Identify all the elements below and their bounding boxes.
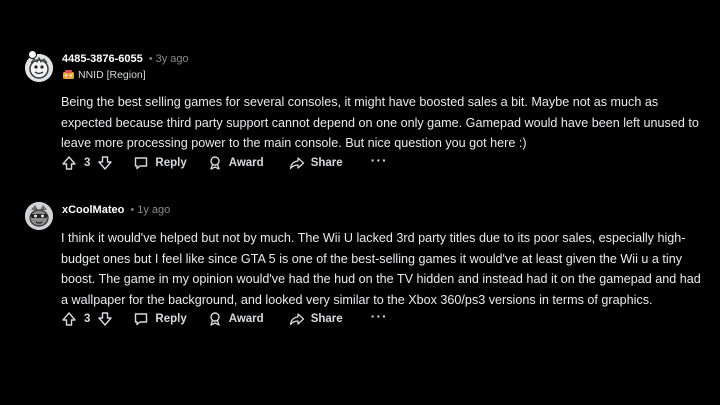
award-icon (210, 312, 220, 326)
author-name[interactable]: 4485-3876-6055 (62, 53, 143, 65)
share-arrow-icon (289, 313, 304, 326)
comment-actions: 3 Reply Award Share ··· (61, 309, 388, 328)
vote-count: 3 (84, 313, 91, 325)
more-options-button[interactable]: ··· (371, 153, 388, 171)
award-label: Award (228, 157, 264, 169)
share-label: Share (310, 313, 343, 325)
more-options-button[interactable]: ··· (371, 309, 388, 327)
upvote-button[interactable] (61, 155, 77, 171)
downvote-button[interactable] (97, 311, 113, 327)
upvote-arrow-icon (62, 312, 76, 326)
upvote-button[interactable] (61, 311, 77, 327)
online-status-dot (28, 50, 37, 59)
separator-dot: • (130, 204, 135, 216)
reply-bubble-icon (135, 157, 148, 170)
user-avatar[interactable] (25, 202, 53, 230)
share-label: Share (310, 157, 343, 169)
vote-count: 3 (84, 157, 91, 169)
comment-timestamp[interactable]: 3y ago (156, 53, 189, 65)
award-button[interactable]: Award (207, 311, 264, 327)
author-name[interactable]: xCoolMateo (62, 204, 124, 216)
comment-body: I think it would've helped but not by mu… (61, 231, 701, 307)
reply-label: Reply (155, 157, 187, 169)
downvote-arrow-icon (98, 156, 113, 170)
reply-button[interactable]: Reply (133, 155, 187, 171)
flair-emoji-icon (62, 69, 75, 80)
flair-text: NNID [Region] (78, 69, 146, 81)
downvote-button[interactable] (97, 155, 113, 171)
reply-label: Reply (155, 313, 187, 325)
award-icon (210, 156, 220, 170)
comment-actions: 3 Reply Award Share ··· (61, 153, 388, 172)
share-button[interactable]: Share (289, 311, 343, 327)
award-label: Award (228, 313, 264, 325)
downvote-arrow-icon (98, 312, 113, 326)
comment-timestamp[interactable]: 1y ago (137, 204, 170, 216)
comment-meta: 4485-3876-6055 • 3y ago (62, 53, 189, 65)
share-arrow-icon (289, 157, 304, 170)
award-button[interactable]: Award (207, 155, 264, 171)
share-button[interactable]: Share (289, 155, 343, 171)
upvote-arrow-icon (62, 156, 76, 170)
comment-meta: xCoolMateo • 1y ago (62, 204, 170, 216)
comment-body: Being the best selling games for several… (61, 95, 699, 150)
reply-button[interactable]: Reply (133, 311, 187, 327)
separator-dot: • (148, 53, 153, 65)
reply-bubble-icon (135, 313, 148, 326)
user-flair: NNID [Region] (62, 69, 146, 81)
